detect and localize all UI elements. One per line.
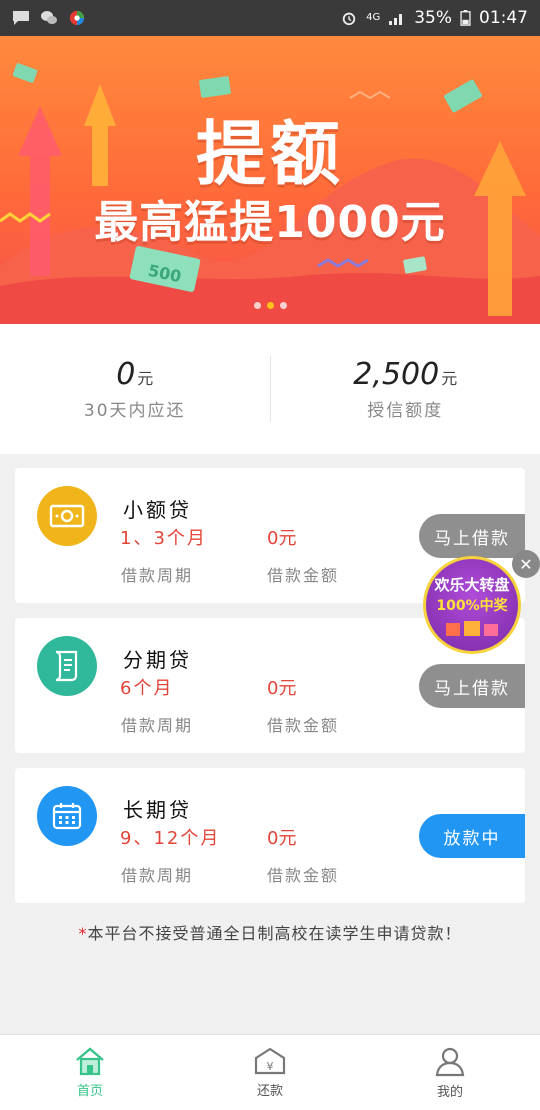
alarm-icon	[342, 12, 356, 26]
banknote-icon	[199, 76, 231, 98]
period-label: 借款周期	[121, 866, 194, 885]
network-type: 4G	[366, 12, 381, 23]
borrow-now-button[interactable]: 马上借款	[419, 514, 525, 558]
banner-title: 提额	[196, 113, 344, 195]
credit-value: 2,500	[353, 357, 440, 392]
signal-icon	[389, 14, 403, 25]
repay-icon: ¥	[254, 1047, 286, 1075]
wechat-icon	[41, 11, 57, 24]
period-label: 借款周期	[121, 566, 194, 585]
pager-dot[interactable]	[279, 302, 287, 309]
nav-home[interactable]: 首页	[0, 1035, 180, 1110]
loan-period: 6个月	[120, 678, 174, 699]
app-icon	[69, 10, 85, 26]
svg-text:¥: ¥	[267, 1060, 274, 1073]
profile-icon	[435, 1047, 465, 1077]
amount-label: 借款金额	[267, 716, 340, 735]
nav-repay-label: 还款	[256, 1084, 283, 1099]
close-icon[interactable]: ✕	[512, 550, 540, 578]
due-summary: 0元 30天内应还	[0, 324, 270, 454]
scroll-icon	[37, 636, 97, 696]
amount-label: 借款金额	[267, 566, 340, 585]
credit-summary: 2,500 元 授信额度	[271, 324, 540, 454]
gift-icon	[446, 620, 498, 636]
lucky-wheel-promo[interactable]: 欢乐大转盘 100%中奖	[423, 556, 521, 654]
loan-name: 分期贷	[123, 648, 192, 672]
due-unit: 元	[137, 369, 154, 388]
message-icon	[13, 11, 29, 25]
due-value: 0	[116, 357, 136, 392]
loan-period: 1、3个月	[120, 528, 207, 549]
loan-amount: 0元	[267, 528, 297, 549]
promo-banner[interactable]: 提额 最高猛提1000元 500	[0, 36, 540, 324]
promo-title: 欢乐大转盘	[434, 575, 510, 594]
pager-dot[interactable]	[253, 302, 261, 309]
credit-label: 授信额度	[367, 401, 444, 421]
banner-pager[interactable]	[0, 302, 540, 309]
amount-label: 借款金额	[267, 866, 340, 885]
loan-period: 9、12个月	[120, 828, 221, 849]
bottom-navigation: 首页 ¥ 还款 我的	[0, 1034, 540, 1110]
battery-icon	[460, 10, 471, 26]
notice-text: 本平台不接受普通全日制高校在读学生申请贷款！	[87, 924, 462, 943]
nav-repay[interactable]: ¥ 还款	[180, 1035, 360, 1110]
disbursing-button[interactable]: 放款中	[419, 814, 525, 858]
promo-subtitle: 100%中奖	[436, 597, 508, 614]
loan-name: 小额贷	[123, 498, 192, 522]
loan-name: 长期贷	[123, 798, 192, 822]
banner-subtitle: 最高猛提1000元	[94, 197, 446, 248]
loan-amount: 0元	[267, 828, 297, 849]
due-label: 30天内应还	[83, 401, 186, 421]
nav-home-label: 首页	[76, 1084, 103, 1099]
cash-icon	[37, 486, 97, 546]
student-notice: *本平台不接受普通全日制高校在读学生申请贷款！	[0, 920, 540, 944]
nav-profile-label: 我的	[436, 1085, 463, 1100]
calendar-icon	[37, 786, 97, 846]
credit-unit: 元	[441, 369, 458, 388]
status-bar: 4G 35% 01:47	[0, 0, 540, 36]
nav-profile[interactable]: 我的	[360, 1035, 540, 1110]
period-label: 借款周期	[121, 716, 194, 735]
home-icon	[76, 1047, 104, 1076]
loan-amount: 0元	[267, 678, 297, 699]
pager-dot-active[interactable]	[266, 302, 274, 309]
battery-percent: 35%	[414, 8, 452, 28]
borrow-now-button[interactable]: 马上借款	[419, 664, 525, 708]
loan-card-long-term[interactable]: 长期贷 9、12个月 0元 借款周期 借款金额 放款中	[15, 768, 525, 903]
banknote-icon	[12, 63, 38, 83]
clock: 01:47	[479, 8, 528, 28]
account-summary: 0元 30天内应还 2,500 元 授信额度	[0, 324, 540, 454]
